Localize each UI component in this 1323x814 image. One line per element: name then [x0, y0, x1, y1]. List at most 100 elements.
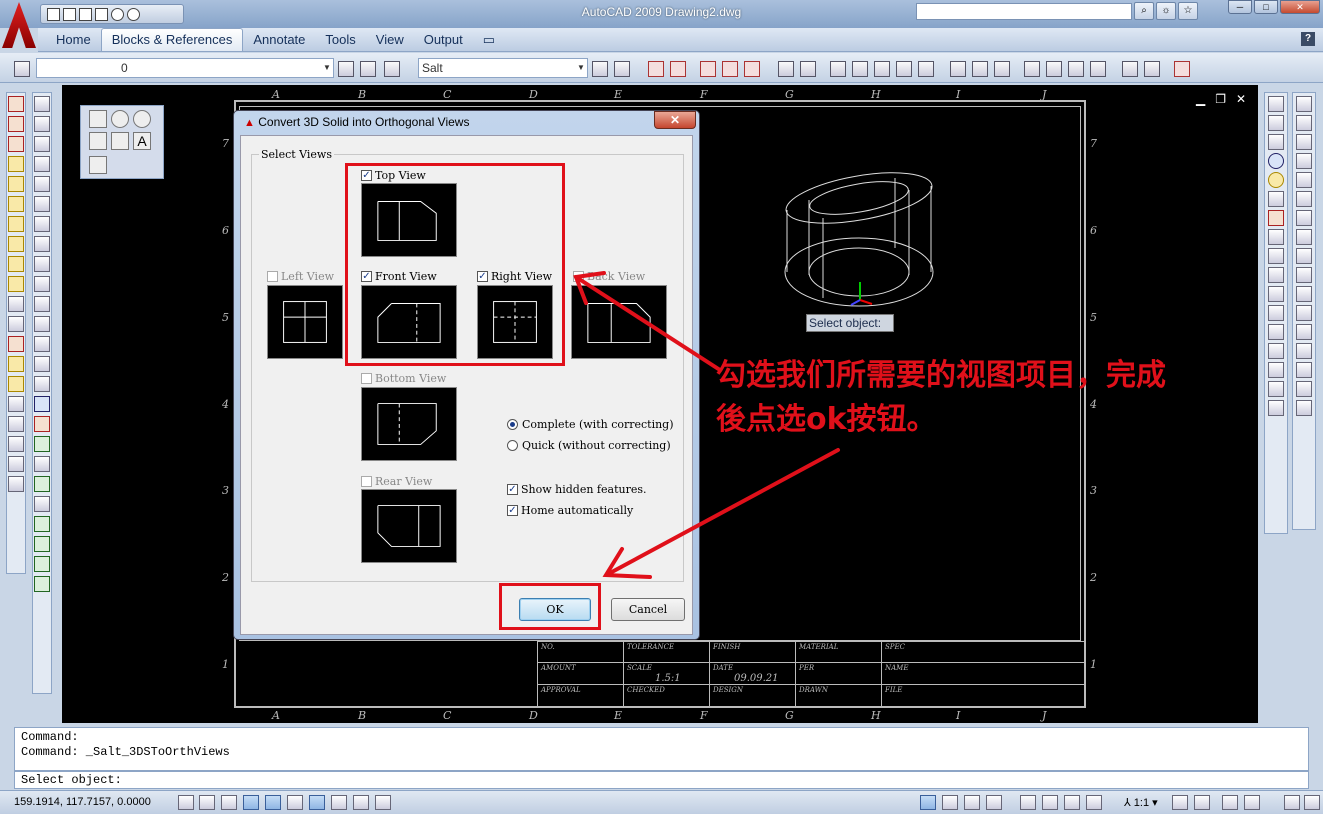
tab-view[interactable]: View: [366, 29, 414, 51]
view-tool-icon[interactable]: [1268, 305, 1284, 321]
line-tool-icon[interactable]: [830, 61, 846, 77]
layout-icon[interactable]: [986, 795, 1002, 810]
circle-tool-icon[interactable]: [972, 61, 988, 77]
offset-icon[interactable]: [34, 156, 50, 172]
all-layer-icon[interactable]: [8, 116, 24, 132]
search-icon[interactable]: ⌕: [1134, 2, 1154, 20]
circle-tool-icon[interactable]: [950, 61, 966, 77]
dsw-icon[interactable]: [8, 236, 24, 252]
save-icon[interactable]: [79, 7, 92, 21]
workspace-icon[interactable]: [1222, 795, 1238, 810]
auto-3d-icon[interactable]: [1268, 210, 1284, 226]
circle-tool-icon[interactable]: [111, 110, 129, 128]
view-tool-icon[interactable]: [1268, 400, 1284, 416]
tab-blocks-references[interactable]: Blocks & References: [100, 28, 244, 51]
pencil-icon[interactable]: [34, 96, 50, 112]
layer-tool-icon[interactable]: [8, 276, 24, 292]
search-input[interactable]: [916, 3, 1132, 20]
annotation-scale[interactable]: ⅄ 1:1 ▾: [1124, 796, 1158, 809]
edit-tool-icon[interactable]: [1122, 61, 1138, 77]
break-icon[interactable]: [34, 316, 50, 332]
dialog-close-button[interactable]: ✕: [654, 111, 696, 129]
tab-tools[interactable]: Tools: [315, 29, 365, 51]
new-icon[interactable]: [47, 7, 60, 21]
minimize-button[interactable]: ─: [1228, 0, 1252, 14]
point-tool-icon[interactable]: [89, 156, 107, 174]
style-tool-icon[interactable]: [614, 61, 630, 77]
salt-tool-icon[interactable]: [744, 61, 760, 77]
bottom-view-checkbox[interactable]: Bottom View: [361, 372, 446, 385]
annotation-visibility-icon[interactable]: [1172, 795, 1188, 810]
zoom-icon[interactable]: [1042, 795, 1058, 810]
style-tool-icon[interactable]: [592, 61, 608, 77]
set-layer-icon[interactable]: [8, 136, 24, 152]
dimension-icon[interactable]: [34, 456, 50, 472]
fillet-icon[interactable]: [34, 376, 50, 392]
salt-tool-icon[interactable]: [700, 61, 716, 77]
line-tool-icon[interactable]: [874, 61, 890, 77]
tab-home[interactable]: Home: [46, 29, 101, 51]
cancel-button[interactable]: Cancel: [611, 598, 685, 621]
layer-tool-icon[interactable]: [8, 96, 24, 112]
text-style-combo[interactable]: Salt ▼: [418, 58, 588, 78]
view-tool-icon[interactable]: [1296, 229, 1312, 245]
ribbon-minimize-icon[interactable]: ▭: [473, 29, 505, 51]
arc-tool-icon[interactable]: [89, 132, 107, 150]
layer-tool-icon[interactable]: [384, 61, 400, 77]
layer-tool-icon[interactable]: [8, 456, 24, 472]
view-tool-icon[interactable]: [1268, 286, 1284, 302]
view-tool-icon[interactable]: [1268, 343, 1284, 359]
sphere-icon[interactable]: [1268, 153, 1284, 169]
viewport-close-icon[interactable]: ✕: [1236, 92, 1246, 106]
ducs-icon[interactable]: [309, 795, 325, 810]
communication-center-icon[interactable]: ☼: [1156, 2, 1176, 20]
viewport-minimize-icon[interactable]: ▁: [1196, 92, 1205, 106]
zoom-icon[interactable]: [34, 496, 50, 512]
rear-view-checkbox[interactable]: Rear View: [361, 475, 432, 488]
hsw-icon[interactable]: [8, 216, 24, 232]
circle-tool-icon[interactable]: [994, 61, 1010, 77]
mirror-icon[interactable]: [34, 136, 50, 152]
snap-icon[interactable]: [178, 795, 194, 810]
clean-screen-icon[interactable]: [1284, 795, 1300, 810]
layout-icon[interactable]: [942, 795, 958, 810]
dyn-icon[interactable]: [331, 795, 347, 810]
dimension-icon[interactable]: [34, 556, 50, 572]
salt-tool-icon[interactable]: [722, 61, 738, 77]
zoom-icon[interactable]: [1296, 362, 1312, 378]
view-tool-icon[interactable]: [1296, 400, 1312, 416]
match-icon[interactable]: [8, 356, 24, 372]
sphere-icon[interactable]: [1268, 172, 1284, 188]
line-tool-icon[interactable]: [896, 61, 912, 77]
color-tool-icon[interactable]: [8, 336, 24, 352]
layer-tool-icon[interactable]: [8, 316, 24, 332]
qp-icon[interactable]: [375, 795, 391, 810]
viewport-restore-icon[interactable]: ❐: [1215, 92, 1226, 106]
view-tool-icon[interactable]: [1268, 324, 1284, 340]
osnap-icon[interactable]: [265, 795, 281, 810]
layer-tool-icon[interactable]: [8, 196, 24, 212]
view-tool-icon[interactable]: [1296, 191, 1312, 207]
line-tool-icon[interactable]: [852, 61, 868, 77]
explode-icon[interactable]: [34, 396, 50, 412]
lineweight-icon[interactable]: [353, 795, 369, 810]
text-icon[interactable]: [34, 516, 50, 532]
steering-wheel-icon[interactable]: [1064, 795, 1080, 810]
ortho-icon[interactable]: [221, 795, 237, 810]
close-button[interactable]: ✕: [1280, 0, 1320, 14]
dimension-tool-icon[interactable]: [1090, 61, 1106, 77]
layer-tool-icon[interactable]: [8, 416, 24, 432]
view-tool-icon[interactable]: [1296, 381, 1312, 397]
layer-tool-icon[interactable]: [8, 476, 24, 492]
layer-tool-icon[interactable]: [8, 156, 24, 172]
redo-icon[interactable]: [127, 7, 140, 21]
view-tool-icon[interactable]: [1268, 381, 1284, 397]
move-icon[interactable]: [34, 196, 50, 212]
view-tool-icon[interactable]: [1296, 153, 1312, 169]
view-tool-icon[interactable]: [1296, 172, 1312, 188]
status-menu-icon[interactable]: [1304, 795, 1320, 810]
line-tool-icon[interactable]: [111, 132, 129, 150]
maximize-button[interactable]: □: [1254, 0, 1278, 14]
help-icon[interactable]: ?: [1301, 32, 1315, 46]
undo-icon[interactable]: [111, 7, 124, 21]
